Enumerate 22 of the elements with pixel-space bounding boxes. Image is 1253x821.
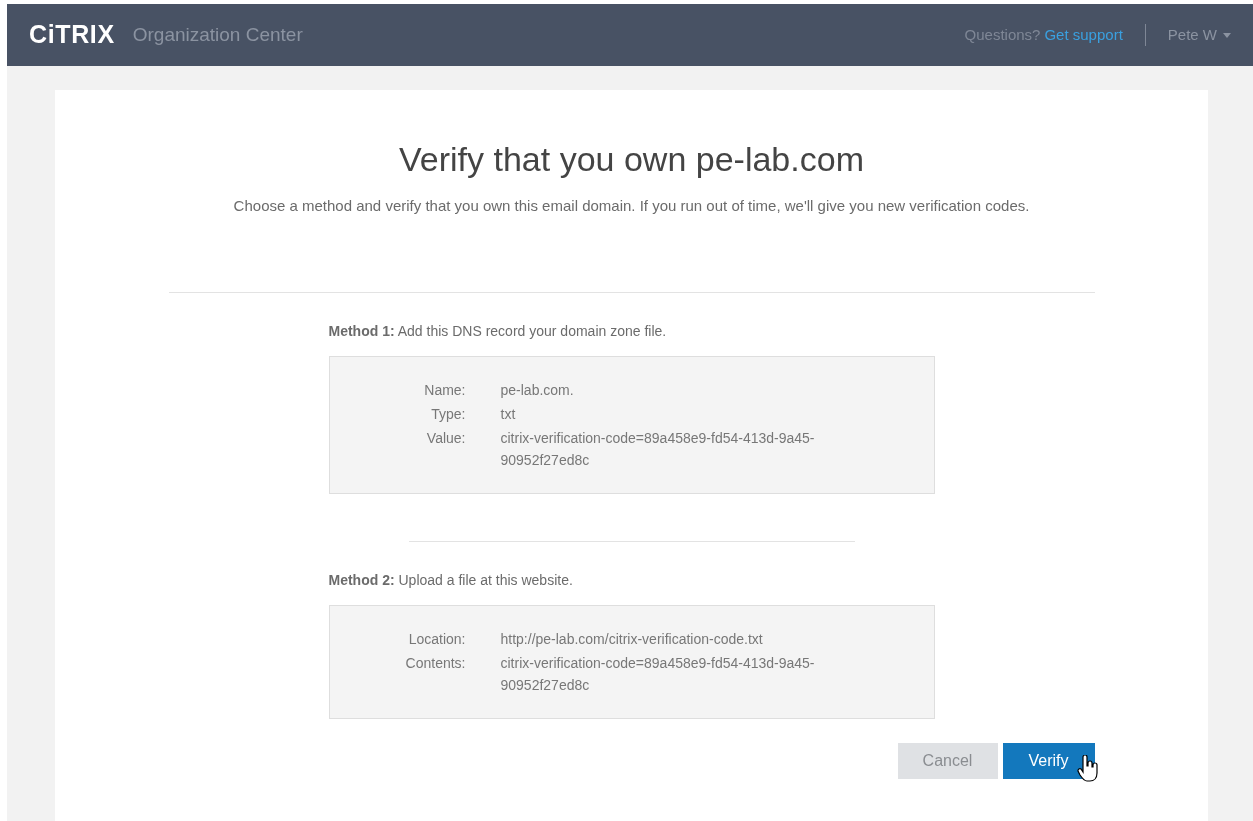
logo: CiTRIX: [29, 19, 115, 51]
method-heading: Method 1: Add this DNS record your domain zone file.: [328, 321, 668, 341]
field-label: Value:: [425, 428, 466, 448]
method-heading: Method 2: Upload a file at this website.: [328, 570, 574, 590]
app-name: Organization Center: [132, 22, 303, 47]
field-value: txt: [500, 404, 517, 424]
verify-button[interactable]: Verify: [1002, 742, 1095, 779]
field-label: Name:: [423, 380, 466, 400]
caret-icon: [1223, 32, 1231, 38]
cancel-button[interactable]: Cancel: [897, 742, 998, 779]
field-label: Type:: [430, 404, 466, 424]
field-value: citrix-verification-code=89a458e9-fd54-413d-9a45-90952f27ed8c: [500, 653, 816, 695]
field-label: Contents:: [404, 653, 466, 673]
field-value: citrix-verification-code=89a458e9-fd54-413d-9a45-90952f27ed8c: [500, 428, 816, 470]
field-value: http://pe-lab.com/citrix-verification-code.txt: [500, 629, 764, 649]
support-link[interactable]: Get support: [1044, 23, 1123, 47]
page-title: Verify that you own pe-lab.com: [399, 139, 864, 180]
hand-cursor-icon: [1076, 754, 1099, 783]
user-menu[interactable]: Pete W: [1167, 23, 1231, 47]
page-subtitle: Choose a method and verify that you own this email domain. If you run out of time, we'll give you new verification codes.: [233, 196, 1030, 216]
field-value: pe-lab.com.: [500, 380, 575, 400]
field-label: Location:: [407, 629, 466, 649]
